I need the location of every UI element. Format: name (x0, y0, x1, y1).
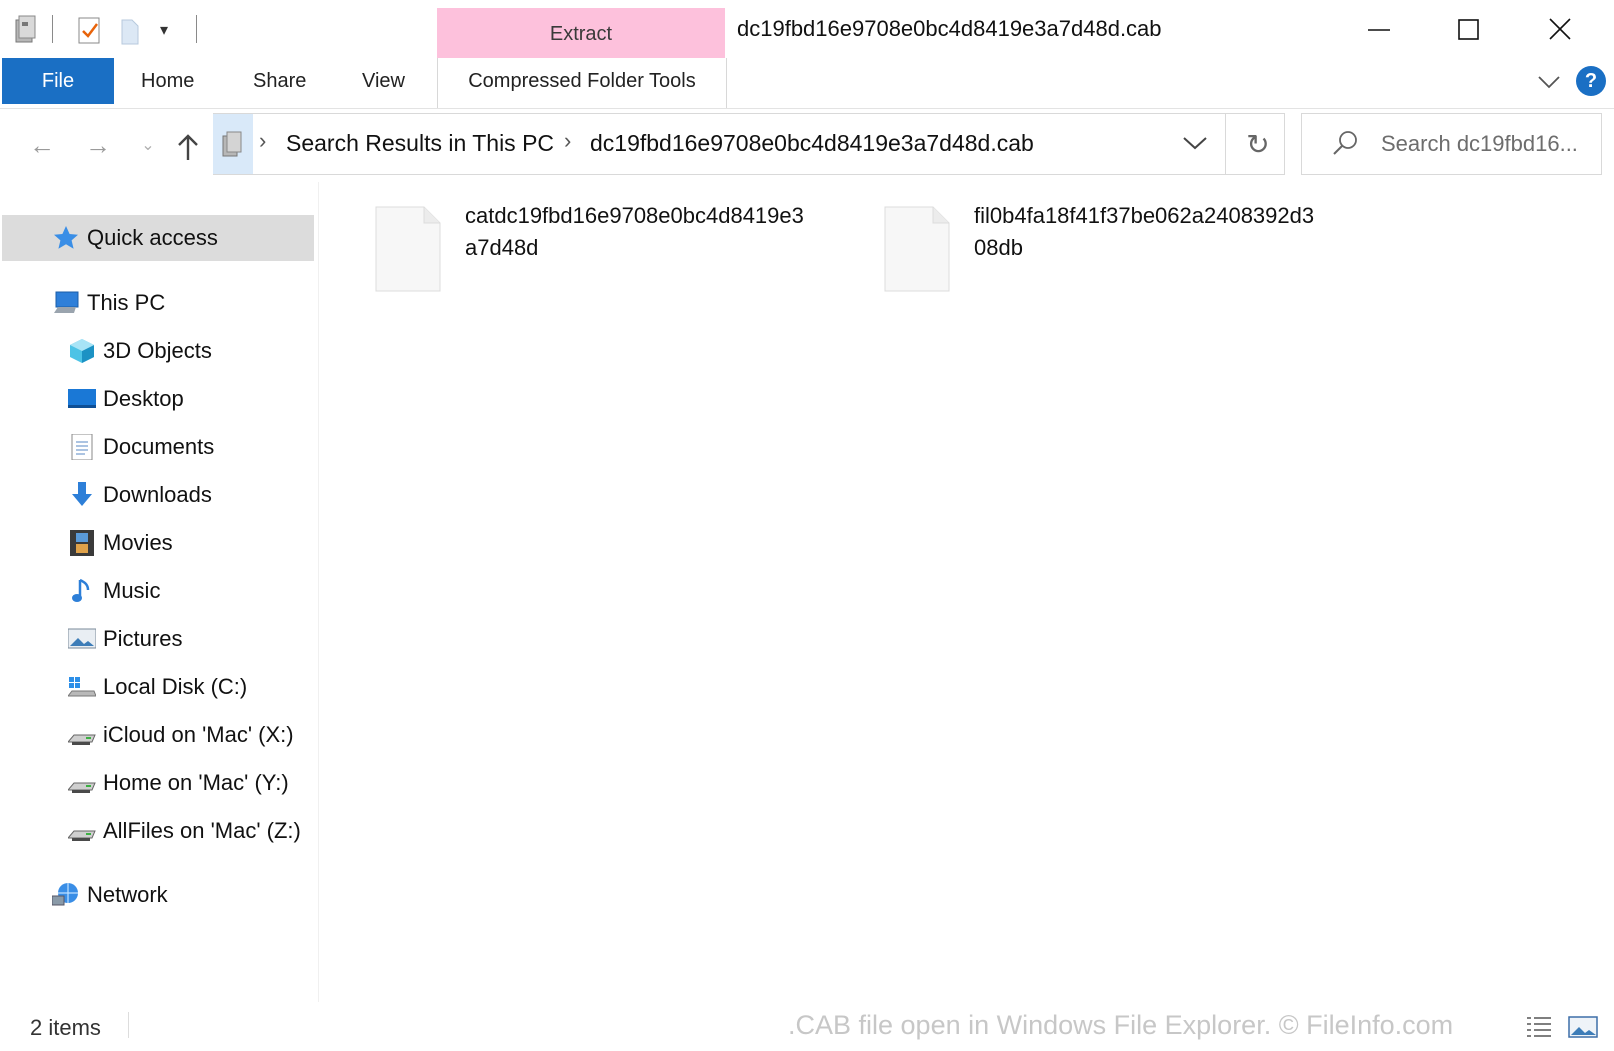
blank-file-icon (375, 206, 441, 292)
download-arrow-icon (72, 482, 92, 506)
sidebar-item-label: Music (103, 578, 161, 603)
tab-home[interactable]: Home (141, 70, 194, 93)
up-arrow-icon[interactable] (174, 132, 202, 162)
tab-share[interactable]: Share (253, 70, 306, 93)
sidebar-item-3d-objects[interactable]: 3D Objects (2, 328, 314, 374)
compressed-folder-tools-label: Compressed Folder Tools (468, 70, 696, 92)
maximize-button[interactable] (1424, 8, 1514, 50)
network-globe-icon (52, 883, 78, 906)
cab-archive-icon[interactable] (10, 14, 40, 44)
sidebar-item-label: Quick access (87, 225, 218, 250)
search-icon (1333, 131, 1357, 155)
address-history-chevron-icon[interactable] (1178, 124, 1212, 164)
network-drive-icon (68, 734, 96, 745)
details-view-icon[interactable] (1525, 1014, 1553, 1040)
search-input[interactable]: Search dc19fbd16... (1381, 131, 1578, 157)
sidebar-item-desktop[interactable]: Desktop (2, 376, 314, 422)
file-name-line: catdc19fbd16e9708e0bc4d8419e3 (465, 203, 804, 228)
breadcrumb-separator-chevron-icon[interactable]: › (259, 128, 266, 154)
sidebar-item-label: This PC (87, 290, 166, 315)
star-icon (54, 226, 78, 249)
tab-view[interactable]: View (362, 70, 405, 93)
sidebar-item-label: Home on 'Mac' (Y:) (103, 770, 289, 795)
sidebar-item-label: iCloud on 'Mac' (X:) (103, 722, 294, 747)
desktop-icon (68, 389, 96, 408)
close-button[interactable] (1514, 8, 1604, 50)
sidebar-divider (318, 182, 319, 1002)
ribbon-tab-strip (0, 58, 1614, 109)
properties-icon[interactable] (76, 16, 104, 46)
close-icon (1549, 18, 1571, 40)
sidebar-item-label: Local Disk (C:) (103, 674, 248, 699)
status-separator (128, 1012, 129, 1038)
cab-archive-icon (222, 131, 242, 157)
sidebar-item-label: Desktop (103, 386, 184, 411)
sidebar-item-allfiles-drive[interactable]: AllFiles on 'Mac' (Z:) (2, 808, 314, 854)
breadcrumb-cab-file[interactable]: dc19fbd16e9708e0bc4d8419e3a7d48d.cab (590, 130, 1034, 157)
forward-arrow-icon[interactable]: → (78, 124, 118, 166)
sidebar-item-local-disk[interactable]: Local Disk (C:) (2, 664, 314, 710)
music-note-icon (72, 578, 90, 602)
file-name[interactable]: catdc19fbd16e9708e0bc4d8419e3 a7d48d (465, 200, 845, 264)
windows-drive-icon (68, 677, 96, 697)
file-item[interactable] (375, 206, 441, 297)
sidebar-item-label: AllFiles on 'Mac' (Z:) (103, 818, 301, 843)
recent-locations-chevron-icon[interactable]: ⌄ (128, 124, 168, 166)
sidebar-item-icloud-drive[interactable]: iCloud on 'Mac' (X:) (2, 712, 314, 758)
status-item-count: 2 items (30, 1015, 101, 1040)
sidebar-item-downloads[interactable]: Downloads (2, 472, 314, 518)
minimize-button[interactable] (1334, 8, 1424, 50)
sidebar-item-label: Pictures (103, 626, 183, 651)
sidebar-item-label: Downloads (103, 482, 212, 507)
refresh-icon[interactable]: ↻ (1240, 124, 1276, 164)
help-icon[interactable]: ? (1576, 66, 1606, 96)
watermark-text: .CAB file open in Windows File Explorer.… (788, 1010, 1454, 1040)
file-name[interactable]: fil0b4fa18f41f37be062a2408392d3 08db (974, 200, 1354, 264)
refresh-separator (1225, 114, 1226, 174)
sidebar-item-label: Documents (103, 434, 215, 459)
tab-compressed-folder-tools[interactable]: Compressed Folder Tools (437, 58, 727, 108)
file-name-line: fil0b4fa18f41f37be062a2408392d3 (974, 203, 1315, 228)
computer-icon (54, 291, 79, 313)
minimize-icon (1368, 29, 1390, 31)
back-arrow-icon[interactable]: ← (22, 124, 62, 166)
file-name-line: 08db (974, 235, 1023, 260)
sidebar-item-music[interactable]: Music (2, 568, 314, 614)
new-folder-icon[interactable] (120, 16, 144, 46)
address-location-icon-box[interactable] (213, 114, 253, 174)
film-strip-icon (70, 530, 94, 556)
sidebar-item-network[interactable]: Network (2, 872, 314, 918)
breadcrumb-search-results[interactable]: Search Results in This PC (286, 130, 554, 157)
documents-icon (71, 434, 93, 460)
tab-file[interactable]: File (2, 58, 114, 104)
sidebar-item-label: Network (87, 882, 168, 907)
expand-ribbon-chevron-icon[interactable] (1536, 72, 1562, 92)
large-icons-view-icon[interactable] (1568, 1014, 1598, 1040)
pictures-icon (68, 628, 96, 649)
maximize-icon (1458, 19, 1479, 40)
sidebar-item-movies[interactable]: Movies (2, 520, 314, 566)
sidebar-item-home-drive[interactable]: Home on 'Mac' (Y:) (2, 760, 314, 806)
sidebar-item-label: Movies (103, 530, 173, 555)
sidebar-item-pictures[interactable]: Pictures (2, 616, 314, 662)
sidebar-item-this-pc[interactable]: This PC (2, 280, 314, 326)
network-drive-icon (68, 782, 96, 793)
customize-qat-chevron-icon[interactable]: ▾ (160, 20, 168, 40)
blank-file-icon (884, 206, 950, 292)
file-name-line: a7d48d (465, 235, 539, 260)
file-item[interactable] (884, 206, 950, 297)
extract-label: Extract (549, 23, 613, 45)
qat-separator (196, 15, 197, 43)
window-title: dc19fbd16e9708e0bc4d8419e3a7d48d.cab (737, 16, 1162, 41)
network-drive-icon (68, 830, 96, 841)
breadcrumb-separator-chevron-icon[interactable]: › (564, 128, 571, 154)
extract-context-group: Extract (437, 8, 725, 58)
qat-separator (52, 15, 53, 43)
sidebar-item-quick-access[interactable]: Quick access (2, 215, 314, 261)
cube-3d-icon (70, 339, 94, 363)
sidebar-item-documents[interactable]: Documents (2, 424, 314, 470)
sidebar-item-label: 3D Objects (103, 338, 212, 363)
